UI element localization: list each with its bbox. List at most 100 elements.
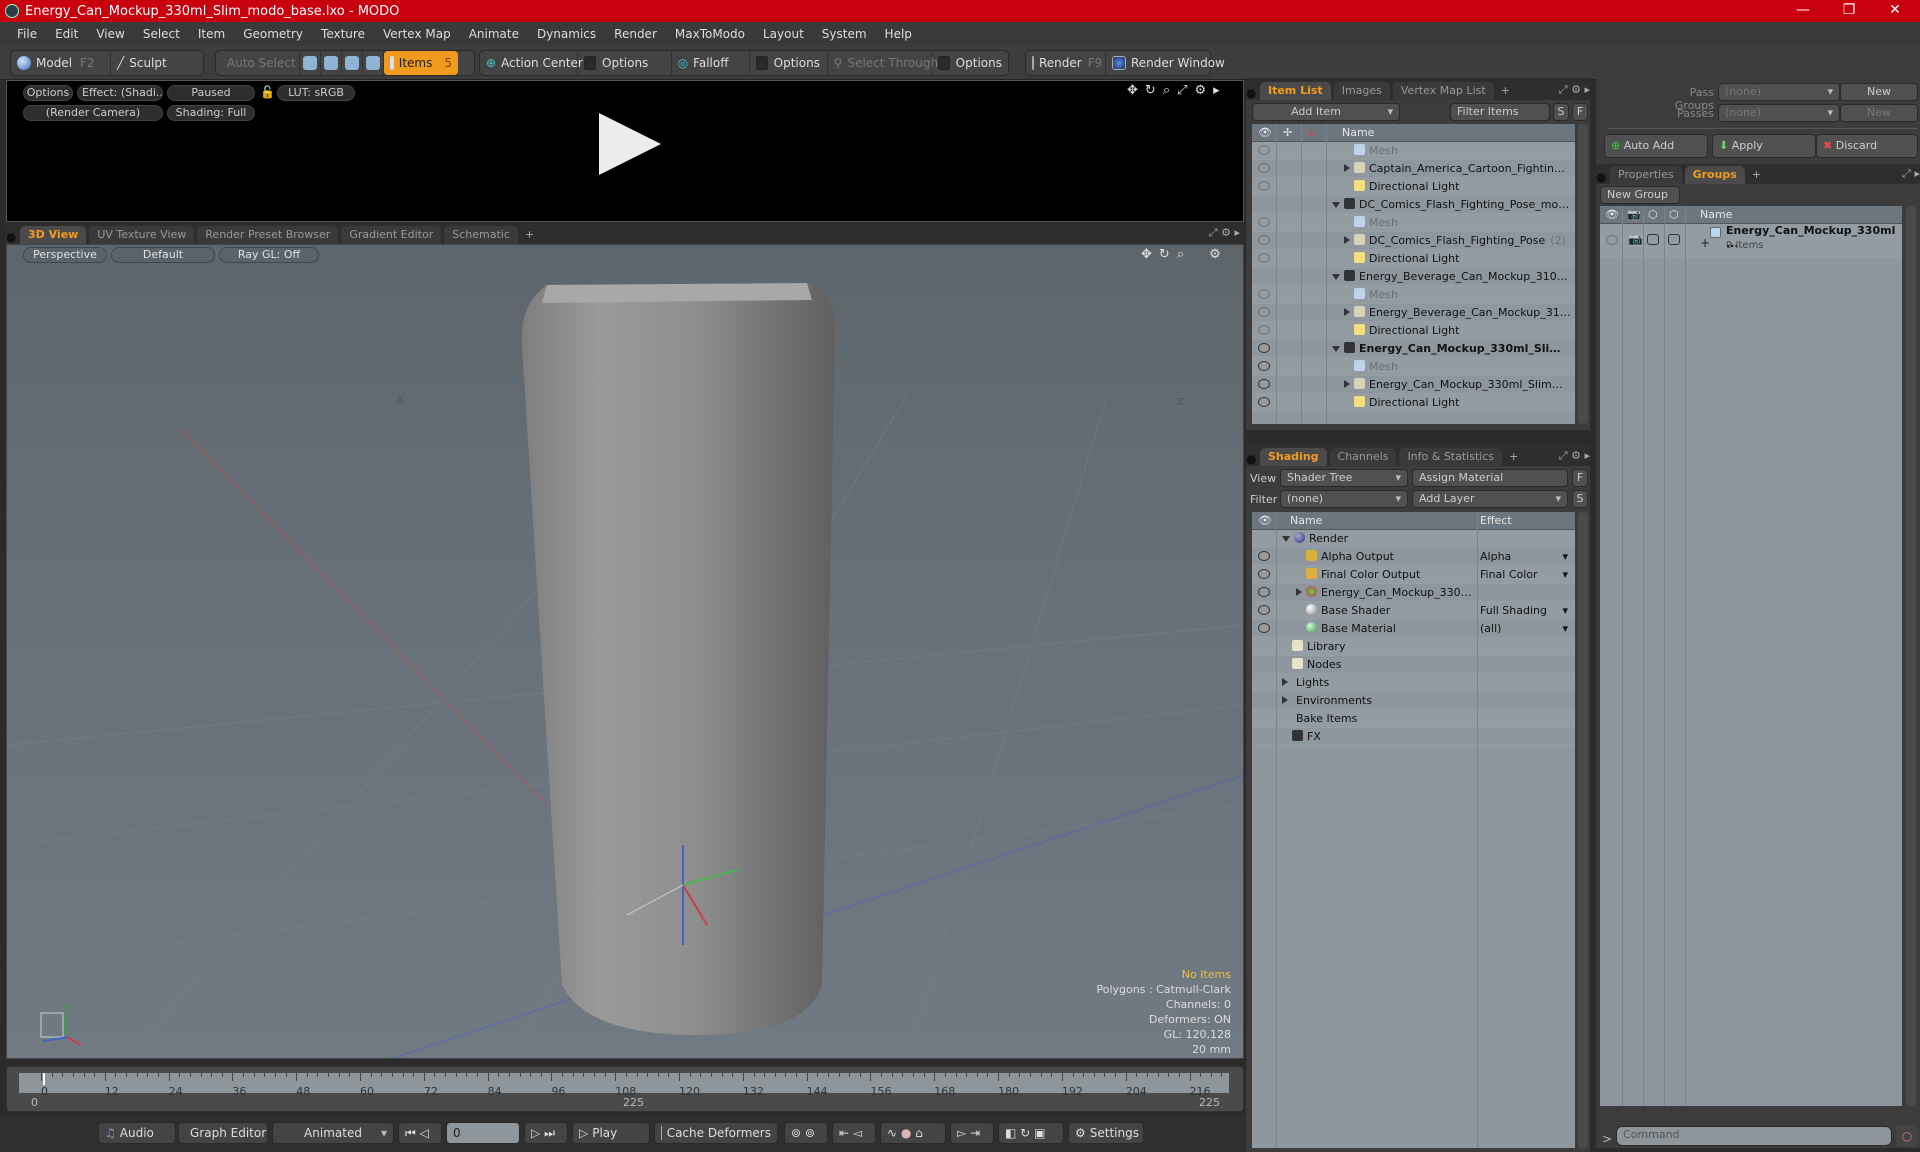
last-key-icon[interactable]: ⇥ (970, 1126, 980, 1140)
menu-render[interactable]: Render (614, 27, 657, 41)
lock-column-icon[interactable]: ✢ (1283, 124, 1292, 142)
animated-dropdown[interactable]: Animated (272, 1122, 394, 1144)
menu-maxtomodo[interactable]: MaxToModo (675, 27, 745, 41)
add-item-dropdown[interactable]: Add Item (1252, 103, 1400, 121)
lut-dropdown[interactable]: LUT: sRGB (277, 85, 355, 101)
shader-row[interactable]: Energy_Can_Mockup_330 ...▾ (1252, 584, 1575, 602)
shader-row[interactable]: Alpha Output Alpha ▾ (1252, 548, 1575, 566)
timeline-ruler[interactable]: 0 12 24 36 48 60 72 84 96 108 120 132 144 156 168 180 19… (19, 1073, 1234, 1098)
filter-f-button[interactable]: F (1572, 103, 1588, 121)
gear-icon[interactable]: ⚙ (1571, 83, 1581, 96)
render-options-button[interactable]: Options (23, 85, 73, 101)
expand-arrow-icon[interactable] (1344, 380, 1350, 388)
frame-input[interactable]: 0 (446, 1122, 520, 1144)
playhead[interactable] (43, 1073, 45, 1085)
key-item-icon[interactable]: ◧ (1005, 1126, 1016, 1140)
expand-arrow-icon[interactable]: ▸ (1234, 226, 1240, 239)
passes-dropdown[interactable]: (none) (1718, 104, 1840, 122)
view-dropdown[interactable]: Shader Tree (1280, 469, 1408, 487)
render-camera-dropdown[interactable]: (Render Camera) (23, 105, 163, 121)
gear-icon[interactable]: ⚙ (1195, 83, 1207, 98)
visibility-eye-icon[interactable] (1258, 307, 1270, 317)
visibility-eye-icon[interactable] (1258, 379, 1270, 389)
add-tab-button[interactable]: + (521, 226, 538, 244)
key-loop-icon[interactable]: ↻ (1020, 1126, 1030, 1140)
expand-arrow-icon[interactable] (1282, 678, 1288, 686)
maximize-panel-icon[interactable]: ⤢ (1559, 449, 1568, 462)
menu-select[interactable]: Select (143, 27, 180, 41)
shader-row[interactable]: Base Material (all) ▾ (1252, 620, 1575, 638)
select-through-options-button[interactable]: Options (932, 51, 1008, 75)
visibility-column-icon[interactable]: 👁 (1258, 512, 1272, 530)
tab-images[interactable]: Images (1333, 82, 1390, 100)
edges-mode-button[interactable] (321, 51, 342, 75)
collapse-arrow-icon[interactable] (1332, 202, 1340, 208)
menu-item[interactable]: Item (198, 27, 225, 41)
shader-tree-scrollbar[interactable] (1578, 512, 1588, 1148)
falloff-button[interactable]: ◎ Falloff (672, 51, 750, 75)
menu-help[interactable]: Help (885, 27, 912, 41)
tab-channels[interactable]: Channels (1329, 448, 1397, 466)
tab-properties[interactable]: Properties (1610, 166, 1682, 184)
record-command-icon[interactable]: ○ (1896, 1125, 1918, 1147)
tab-schematic[interactable]: Schematic (444, 226, 518, 244)
collapse-arrow-icon[interactable] (1332, 346, 1340, 352)
expand-arrow-icon[interactable] (1344, 164, 1350, 172)
visibility-eye-icon[interactable] (1606, 235, 1618, 245)
prev-key-icon[interactable]: ⇤ (839, 1126, 849, 1140)
maximize-panel-icon[interactable]: ⤢ (1559, 83, 1568, 96)
select-column-icon[interactable]: ⬡ (1669, 206, 1679, 224)
close-icon[interactable]: ✕ (1872, 0, 1918, 22)
name-column-header[interactable]: Name (1700, 206, 1732, 224)
name-column-header[interactable]: Name (1290, 512, 1322, 530)
visibility-eye-icon[interactable] (1258, 397, 1270, 407)
shader-row[interactable]: Nodes (1252, 656, 1575, 674)
shader-row[interactable]: Final Color Output Final Color ▾ (1252, 566, 1575, 584)
shading-dropdown[interactable]: Shading: Full (167, 105, 255, 121)
zoom-icon[interactable]: ⌕ (1163, 83, 1170, 98)
next-key-icon[interactable]: ▻ (957, 1126, 966, 1140)
action-center-button[interactable]: ⊕ Action Center (480, 51, 583, 75)
key-channel-icon[interactable]: ▣ (1034, 1126, 1045, 1140)
visibility-column-icon[interactable]: 👁 (1258, 124, 1272, 142)
tab-vertex-map-list[interactable]: Vertex Map List (1392, 82, 1494, 100)
next-frame-icon[interactable]: ▷ (531, 1126, 540, 1140)
menu-layout[interactable]: Layout (763, 27, 804, 41)
shader-row[interactable]: FX (1252, 728, 1575, 746)
play-button[interactable]: ▷ Play (572, 1122, 650, 1144)
select-checkbox[interactable] (1668, 234, 1680, 245)
discard-button[interactable]: ✖ Discard (1816, 134, 1918, 158)
key-up-icon[interactable]: ⊚ (791, 1126, 801, 1140)
visibility-eye-icon[interactable] (1258, 605, 1270, 615)
expand-arrow-icon[interactable] (1344, 308, 1350, 316)
record-icon[interactable]: ● (901, 1126, 911, 1140)
menu-view[interactable]: View (96, 27, 124, 41)
items-mode-button[interactable]: Items 5 (384, 51, 458, 75)
filter-items-input[interactable]: Filter Items (1450, 103, 1550, 121)
menu-texture[interactable]: Texture (321, 27, 365, 41)
key-filter-icon[interactable]: ⌂ (915, 1126, 923, 1140)
add-layer-dropdown[interactable]: Add Layer (1412, 490, 1568, 508)
expand-arrow-icon[interactable]: ▸ (1584, 83, 1590, 96)
timeline[interactable]: 0 12 24 36 48 60 72 84 96 108 120 132 144 156 168 180 19… (6, 1066, 1244, 1112)
menu-system[interactable]: System (822, 27, 867, 41)
visibility-eye-icon[interactable] (1258, 343, 1270, 353)
lock-icon[interactable]: 🔓 (260, 85, 275, 99)
visibility-column-icon[interactable]: 👁 (1605, 206, 1619, 224)
prev-key2-icon[interactable]: ◅ (853, 1126, 862, 1140)
graph-editor-button[interactable]: Graph Editor (178, 1122, 268, 1144)
rotate-icon[interactable]: ↻ (1145, 83, 1156, 98)
action-center-options-button[interactable]: Options (578, 51, 672, 75)
render-column-icon[interactable]: 📷 (1627, 206, 1641, 224)
audio-button[interactable]: ♫ Audio (98, 1122, 176, 1144)
menu-animate[interactable]: Animate (469, 27, 519, 41)
collapse-arrow-icon[interactable] (1332, 274, 1340, 280)
visibility-eye-icon[interactable] (1258, 253, 1270, 263)
tab-uv-texture-view[interactable]: UV Texture View (89, 226, 195, 244)
render-button[interactable]: Render F9 (1026, 51, 1106, 75)
assign-material-button[interactable]: Assign Material (1412, 469, 1568, 487)
expand-arrow-icon[interactable] (1344, 236, 1350, 244)
visibility-eye-icon[interactable] (1258, 569, 1270, 579)
groups-scrollbar[interactable] (1906, 206, 1916, 1106)
effect-dropdown[interactable]: Full Shading ▾ (1480, 602, 1572, 620)
